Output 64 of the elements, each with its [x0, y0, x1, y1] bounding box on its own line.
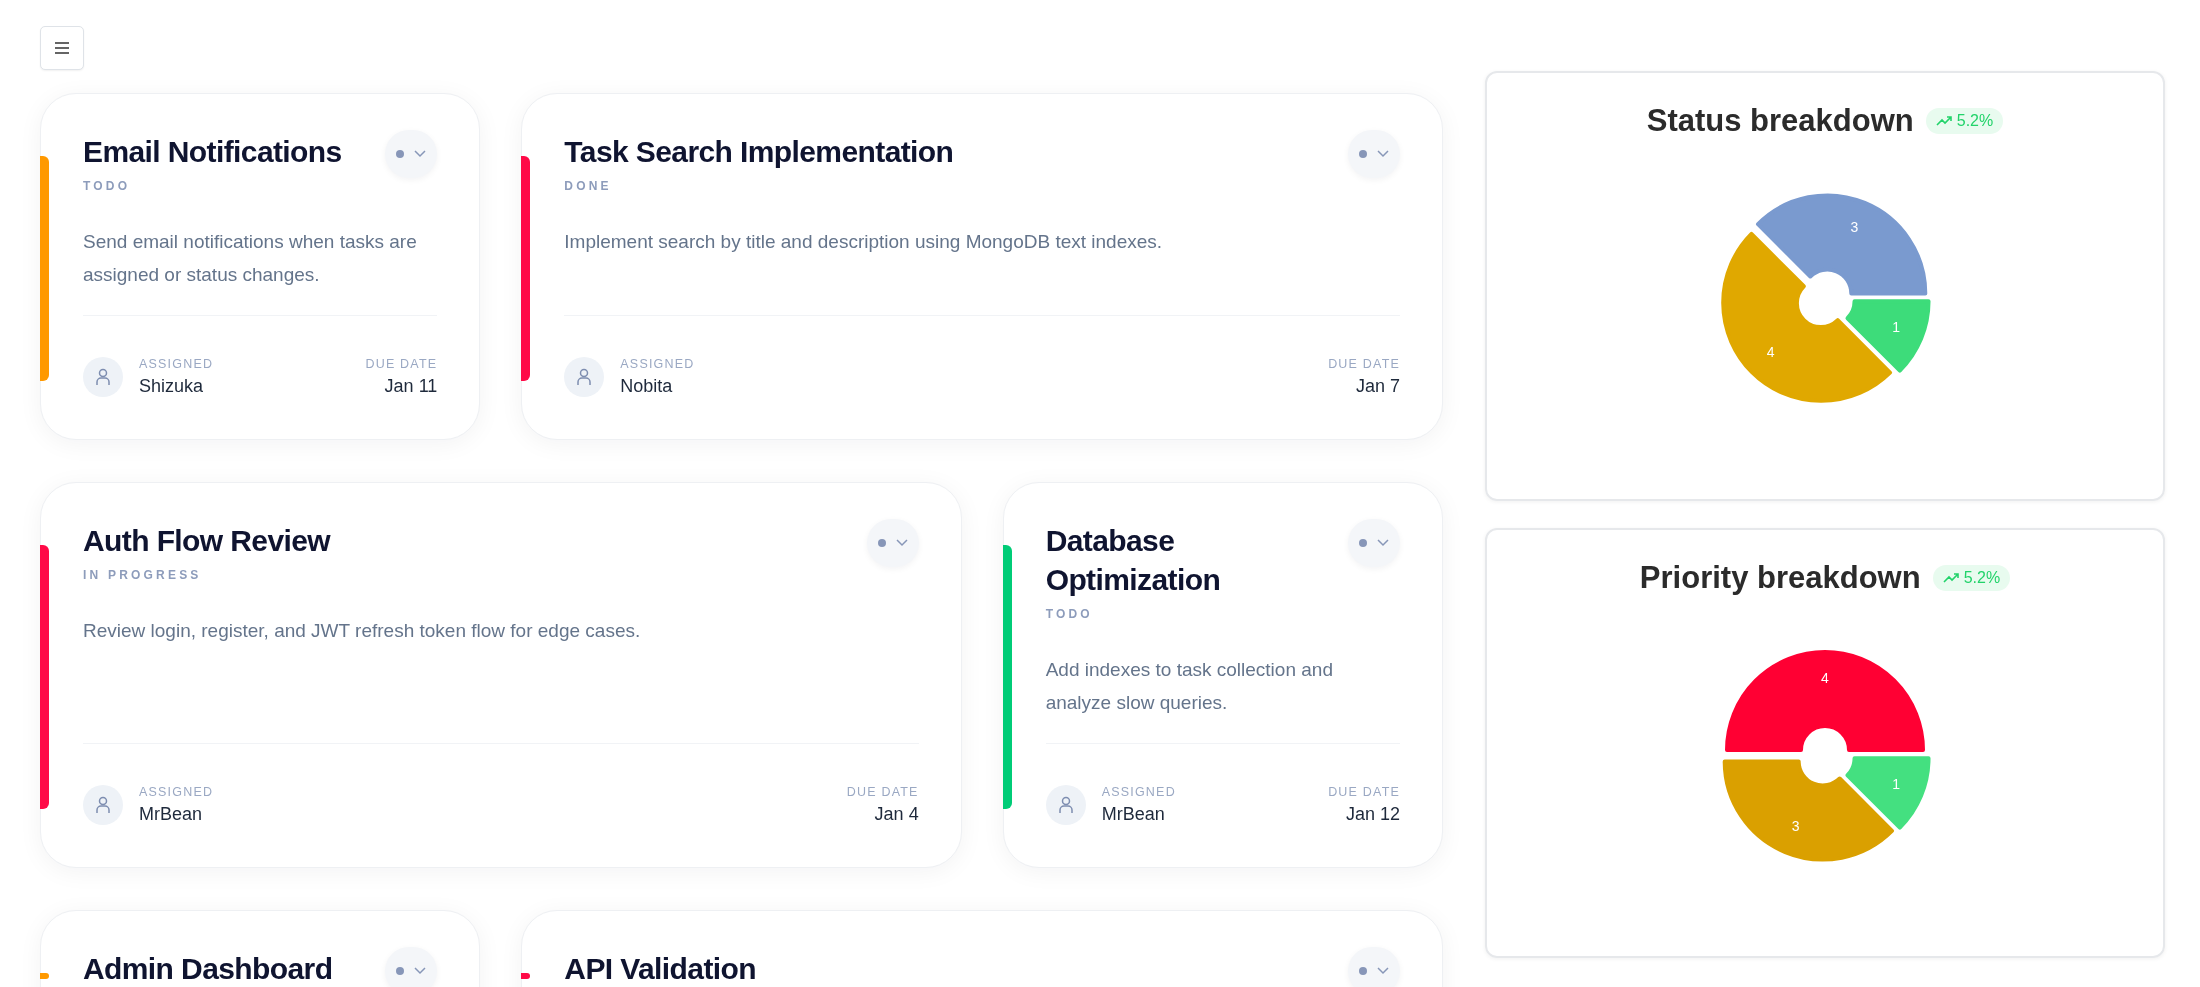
chevron-down-icon [414, 967, 427, 975]
chevron-down-icon [895, 539, 908, 547]
task-status: TODO [83, 179, 132, 193]
task-description: Implement search by title and description using MongoDB text indexes. [564, 230, 1164, 254]
avatar-icon [564, 357, 605, 397]
dot-icon [877, 539, 886, 547]
status-dropdown[interactable] [866, 519, 919, 567]
chevron-down-icon [1377, 150, 1389, 158]
task-title: Admin Dashboard [83, 951, 333, 987]
status-dropdown[interactable] [1348, 130, 1400, 178]
chart-title: Status breakdown [1646, 103, 1914, 139]
due-date: Jan 12 [1345, 804, 1400, 825]
dot-icon [396, 967, 405, 975]
avatar-icon [83, 357, 123, 397]
dot-icon [1359, 967, 1367, 975]
status-dropdown[interactable] [385, 130, 438, 178]
status-dropdown[interactable] [385, 947, 438, 987]
task-title: API Validation [564, 951, 756, 987]
due-date-label: DUE DATE [365, 357, 438, 371]
assignee-name: Nobita [620, 376, 674, 397]
trend-badge: 5.2% [1925, 108, 2004, 134]
assigned-label: ASSIGNED [1101, 785, 1176, 799]
task-title: Auth Flow Review [83, 523, 331, 559]
assigned-label: ASSIGNED [139, 785, 214, 799]
due-date: Jan 4 [874, 804, 919, 825]
task-status: IN PROGRESS [83, 568, 203, 582]
task-title: Task Search Implementation [564, 134, 954, 170]
due-date-label: DUE DATE [1328, 357, 1400, 371]
chart-title: Priority breakdown [1639, 560, 1921, 596]
dot-icon [1359, 539, 1367, 547]
slice-label: 1 [1892, 319, 1901, 336]
due-date-label: DUE DATE [846, 785, 919, 799]
trend-badge: 5.2% [1932, 565, 2011, 591]
dot-icon [1359, 150, 1367, 158]
due-date: Jan 11 [384, 376, 438, 397]
task-description: Review login, register, and JWT refresh token flow for edge cases. [83, 619, 642, 643]
chevron-down-icon [1377, 539, 1389, 547]
dot-icon [396, 150, 405, 158]
task-status: TODO [1045, 607, 1094, 621]
menu-button[interactable] [40, 26, 84, 70]
status-dropdown[interactable] [1348, 947, 1400, 987]
assignee-name: MrBean [139, 804, 204, 825]
task-description: Send email notifications when tasks are assigned or status changes. [83, 230, 418, 287]
chevron-down-icon [414, 150, 427, 158]
slice-label: 3 [1791, 817, 1800, 834]
chevron-down-icon [1377, 967, 1389, 975]
slice-label: 3 [1850, 218, 1859, 235]
slice-label: 4 [1821, 669, 1829, 686]
slice-label: 1 [1892, 776, 1901, 793]
due-date-label: DUE DATE [1328, 785, 1400, 799]
due-date: Jan 7 [1355, 376, 1400, 397]
assignee-name: Shizuka [139, 376, 205, 397]
slice-label: 4 [1766, 344, 1775, 361]
avatar-icon [83, 785, 123, 825]
assignee-name: MrBean [1101, 804, 1166, 825]
task-title: Email Notifications [83, 134, 342, 170]
assigned-label: ASSIGNED [139, 357, 214, 371]
menu-icon [54, 41, 70, 55]
avatar-icon [1045, 785, 1086, 825]
task-status: DONE [564, 179, 613, 193]
task-description: Add indexes to task collection and analyze slow queries. [1045, 658, 1334, 715]
task-title: Database Optimization [1045, 523, 1222, 598]
assigned-label: ASSIGNED [620, 357, 695, 371]
status-dropdown[interactable] [1348, 519, 1400, 567]
